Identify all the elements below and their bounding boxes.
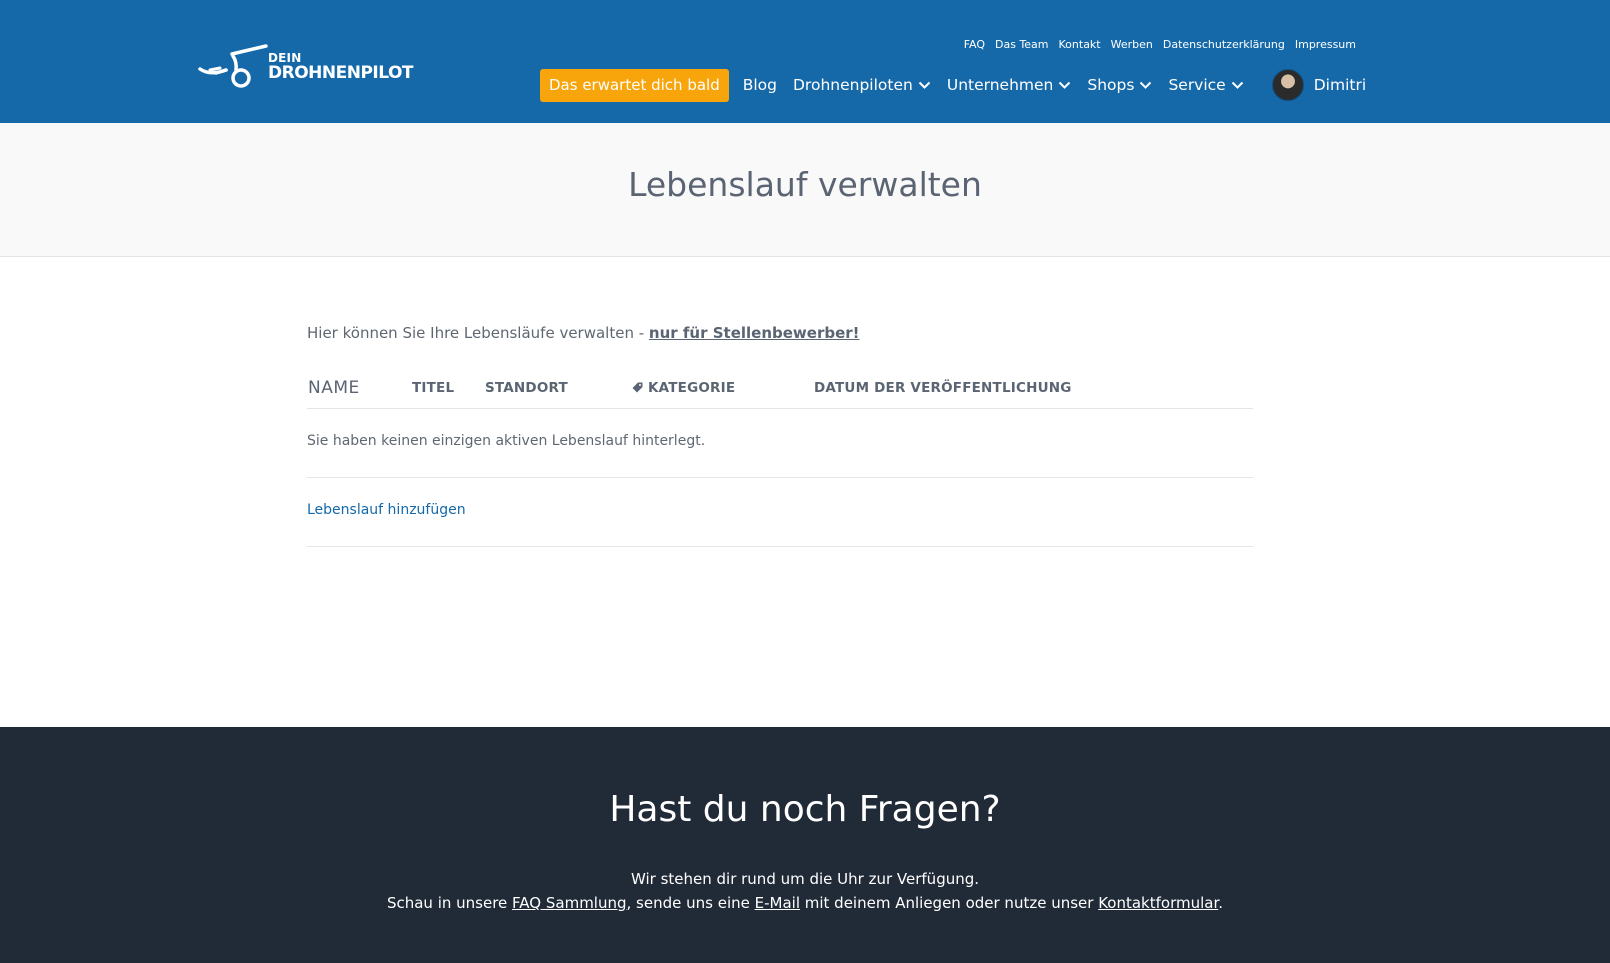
tag-icon — [632, 382, 643, 393]
nav-item-label: Service — [1168, 76, 1226, 94]
empty-message: Sie haben keinen einzigen aktiven Lebens… — [307, 433, 706, 449]
chevron-down-icon — [1059, 81, 1071, 89]
nav-item-shops[interactable]: Shops — [1087, 76, 1152, 94]
logo-text: DEIN DROHNENPILOT — [268, 52, 414, 83]
top-navigation: FAQ Das Team Kontakt Werben Datenschutze… — [964, 38, 1356, 51]
nav-item-label: Shops — [1087, 76, 1135, 94]
empty-row: Sie haben keinen einzigen aktiven Lebens… — [307, 409, 1253, 478]
table-header: NAME TITEL STANDORT KATEGORIE DATUM DER … — [307, 372, 1253, 409]
nav-item-label: Blog — [742, 76, 777, 94]
drone-logo-icon — [198, 44, 268, 88]
top-link-team[interactable]: Das Team — [995, 38, 1049, 51]
user-menu[interactable]: Dimitri — [1271, 69, 1366, 101]
chevron-down-icon — [1140, 81, 1152, 89]
top-link-impressum[interactable]: Impressum — [1295, 38, 1356, 51]
footer-title: Hast du noch Fragen? — [609, 789, 1001, 830]
logo[interactable]: DEIN DROHNENPILOT — [196, 40, 414, 94]
title-band: Lebenslauf verwalten — [0, 123, 1610, 257]
nav-item-label: Drohnenpiloten — [793, 76, 913, 94]
intro-text: Hier können Sie Ihre Lebensläufe verwalt… — [307, 324, 860, 342]
chevron-down-icon — [918, 81, 931, 89]
footer-availability-text: Wir stehen dir rund um die Uhr zur Verfü… — [630, 870, 980, 888]
column-datum[interactable]: DATUM DER VERÖFFENTLICHUNG — [814, 380, 1072, 396]
add-row: Lebenslauf hinzufügen — [307, 478, 1253, 547]
top-link-datenschutz[interactable]: Datenschutzerklärung — [1163, 38, 1285, 51]
email-link[interactable]: E-Mail — [755, 894, 800, 912]
avatar[interactable] — [1271, 69, 1304, 101]
contact-form-link[interactable]: Kontaktformular — [1098, 894, 1218, 912]
nav-item-unternehmen[interactable]: Unternehmen — [947, 76, 1072, 94]
user-name[interactable]: Dimitri — [1314, 76, 1366, 94]
footer: Hast du noch Fragen? Wir stehen dir rund… — [0, 727, 1610, 963]
column-titel[interactable]: TITEL — [412, 380, 454, 396]
faq-link[interactable]: FAQ Sammlung — [512, 894, 626, 912]
main-navigation: Das erwartet dich bald Blog Drohnenpilot… — [540, 68, 1366, 102]
nav-item-label: Unternehmen — [946, 76, 1054, 94]
footer-text-part: Schau in unsere — [386, 894, 513, 912]
logo-big-text: DROHNENPILOT — [268, 63, 414, 83]
nav-item-service[interactable]: Service — [1168, 76, 1243, 94]
footer-text-part: . — [1218, 894, 1224, 912]
nav-item-drohnenpiloten[interactable]: Drohnenpiloten — [793, 76, 931, 94]
add-resume-link[interactable]: Lebenslauf hinzufügen — [307, 502, 466, 518]
footer-contact-text: Schau in unsere FAQ Sammlung, sende uns … — [0, 894, 1610, 912]
chevron-down-icon — [1231, 81, 1243, 89]
nav-item-blog[interactable]: Blog — [743, 76, 777, 94]
footer-text-part: , sende uns eine — [626, 894, 755, 912]
top-link-werben[interactable]: Werben — [1111, 38, 1153, 51]
column-kategorie[interactable]: KATEGORIE — [632, 380, 735, 396]
column-name[interactable]: NAME — [308, 378, 360, 398]
page-title: Lebenslauf verwalten — [628, 165, 982, 204]
cta-button[interactable]: Das erwartet dich bald — [540, 68, 729, 102]
top-link-faq[interactable]: FAQ — [964, 38, 985, 51]
top-link-kontakt[interactable]: Kontakt — [1059, 38, 1101, 51]
intro-label: Hier können Sie Ihre Lebensläufe verwalt… — [307, 324, 649, 342]
column-standort[interactable]: STANDORT — [485, 380, 568, 396]
footer-text-part: mit deinem Anliegen oder nutze unser — [799, 894, 1099, 912]
column-kategorie-label: KATEGORIE — [648, 380, 736, 396]
intro-link[interactable]: nur für Stellenbewerber! — [649, 324, 860, 342]
site-header: DEIN DROHNENPILOT FAQ Das Team Kontakt W… — [0, 0, 1610, 123]
